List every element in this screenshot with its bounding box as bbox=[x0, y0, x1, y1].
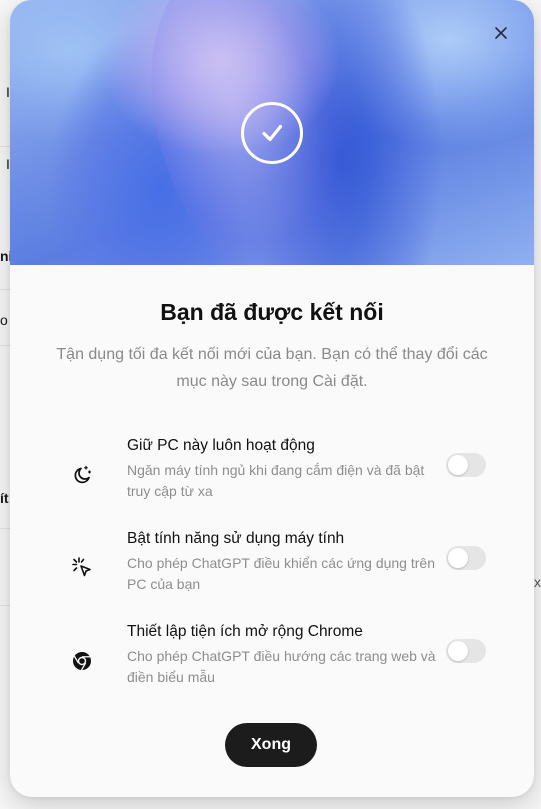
chrome-icon bbox=[68, 647, 96, 675]
sleep-moon-icon bbox=[68, 461, 96, 489]
background-text-fragment: x bbox=[534, 574, 541, 590]
background-divider bbox=[0, 345, 10, 346]
option-keep-pc-awake: Giữ PC này luôn hoạt động Ngăn máy tính … bbox=[68, 437, 488, 501]
background-divider bbox=[0, 605, 10, 606]
option-chrome-extension: Thiết lập tiện ích mở rộng Chrome Cho ph… bbox=[68, 623, 488, 687]
background-text-fragment: ít bbox=[0, 490, 9, 506]
background-divider bbox=[0, 528, 10, 529]
done-button[interactable]: Xong bbox=[225, 723, 317, 767]
background-divider bbox=[0, 289, 10, 290]
option-title: Thiết lập tiện ích mở rộng Chrome bbox=[127, 623, 363, 640]
keep-awake-toggle[interactable] bbox=[446, 453, 486, 477]
toggle-knob bbox=[448, 548, 468, 568]
cursor-click-icon bbox=[68, 554, 96, 582]
connected-dialog: Bạn đã được kết nối Tận dụng tối đa kết … bbox=[10, 0, 534, 797]
background-text-fragment: o bbox=[0, 312, 8, 328]
toggle-knob bbox=[448, 455, 468, 475]
close-icon[interactable] bbox=[490, 22, 512, 44]
computer-use-toggle[interactable] bbox=[446, 546, 486, 570]
option-title: Giữ PC này luôn hoạt động bbox=[127, 437, 315, 454]
option-computer-use: Bật tính năng sử dụng máy tính Cho phép … bbox=[68, 530, 488, 594]
dialog-title: Bạn đã được kết nối bbox=[160, 299, 384, 325]
chrome-extension-toggle[interactable] bbox=[446, 639, 486, 663]
toggle-knob bbox=[448, 641, 468, 661]
checkmark-icon bbox=[241, 102, 303, 164]
option-description: Cho phép ChatGPT điều khiển các ứng dụng… bbox=[127, 555, 435, 592]
option-title: Bật tính năng sử dụng máy tính bbox=[127, 530, 345, 547]
option-description: Cho phép ChatGPT điều hướng các trang we… bbox=[127, 648, 436, 685]
hero-image bbox=[10, 0, 534, 265]
background-divider bbox=[0, 146, 10, 147]
option-description: Ngăn máy tính ngủ khi đang cắm điện và đ… bbox=[127, 462, 425, 499]
dialog-subtitle: Tận dụng tối đa kết nối mới của bạn. Bạn… bbox=[56, 346, 488, 390]
